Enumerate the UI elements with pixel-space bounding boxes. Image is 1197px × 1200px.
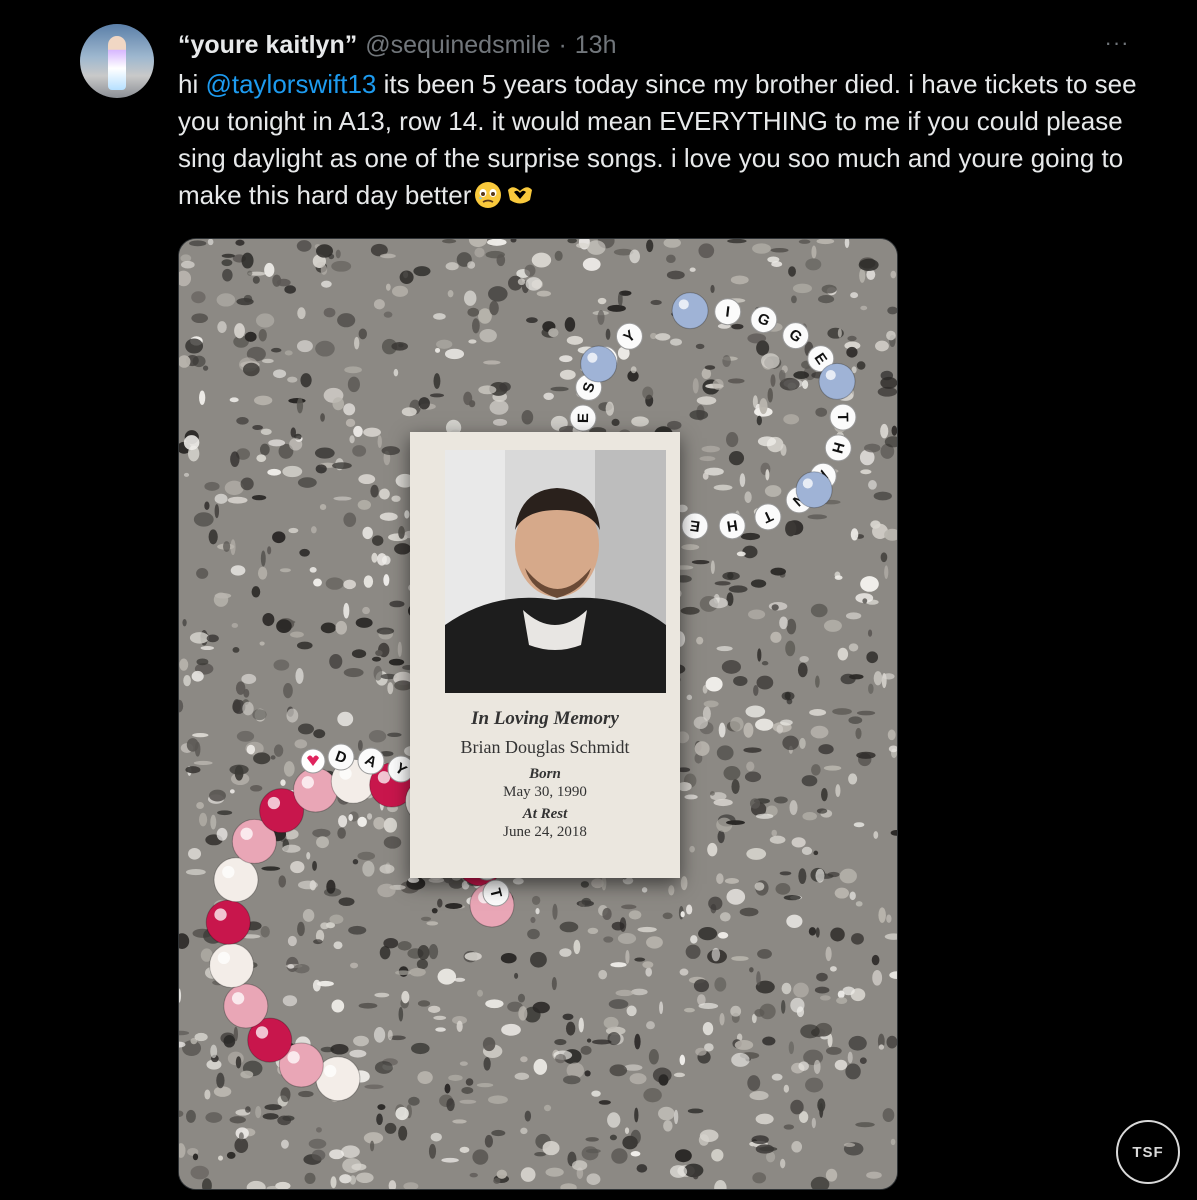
separator-dot: · <box>558 30 567 59</box>
display-name[interactable]: “youre kaitlyn” <box>178 31 357 60</box>
card-born-label: Born <box>529 766 561 782</box>
bead-letter: T <box>834 412 851 421</box>
heart-hands-icon <box>505 180 535 210</box>
pink-pearl-shine <box>287 1051 300 1064</box>
pink-pearl-shine <box>301 776 314 789</box>
pink-pearl <box>223 983 269 1029</box>
face-holding-back-tears-icon <box>473 180 503 210</box>
avatar-figure <box>108 36 126 90</box>
tsf-watermark: TSF <box>1116 1120 1180 1184</box>
blue-pearl-shine <box>802 478 813 489</box>
card-heading: In Loving Memory <box>471 708 619 729</box>
blue-pearl-shine <box>587 352 598 363</box>
pink-pearl-shine <box>324 1064 337 1078</box>
pink-pearl-shine <box>267 796 281 810</box>
more-options-icon[interactable]: ··· <box>1100 28 1134 58</box>
pink-pearl <box>293 767 339 813</box>
pink-pearl-shine <box>222 865 235 879</box>
blue-pearl-shine <box>678 299 689 310</box>
pink-pearl-shine <box>231 992 245 1005</box>
tweet-timestamp[interactable]: 13h <box>575 31 617 60</box>
mention-link[interactable]: @taylorswift13 <box>205 69 376 99</box>
blue-pearl <box>580 345 618 383</box>
pink-pearl <box>205 899 251 945</box>
card-rest-date: June 24, 2018 <box>503 824 587 840</box>
pink-pearl <box>209 943 255 989</box>
card-name: Brian Douglas Schmidt <box>460 737 630 757</box>
avatar[interactable] <box>80 24 154 98</box>
bead-letter: E <box>575 413 592 423</box>
card-born-date: May 30, 1990 <box>503 784 587 800</box>
card-rest-label: At Rest <box>522 806 568 822</box>
pink-pearl-shine <box>255 1026 269 1039</box>
blue-pearl-shine <box>825 370 836 381</box>
blue-pearl <box>818 362 856 400</box>
pink-pearl <box>213 857 259 903</box>
pink-pearl-shine <box>217 951 231 965</box>
pink-pearl-shine <box>214 908 227 921</box>
tweet-header: “youre kaitlyn” @sequinedsmile · 13h <box>178 30 616 60</box>
blue-pearl <box>795 471 833 509</box>
portrait-photo <box>445 450 666 693</box>
text-prefix: hi <box>178 69 206 99</box>
pink-pearl-shine <box>240 827 253 840</box>
blue-pearl <box>671 292 709 330</box>
user-handle[interactable]: @sequinedsmile <box>365 31 550 60</box>
tweet-text: hi @taylorswift13 its been 5 years today… <box>178 66 1158 214</box>
